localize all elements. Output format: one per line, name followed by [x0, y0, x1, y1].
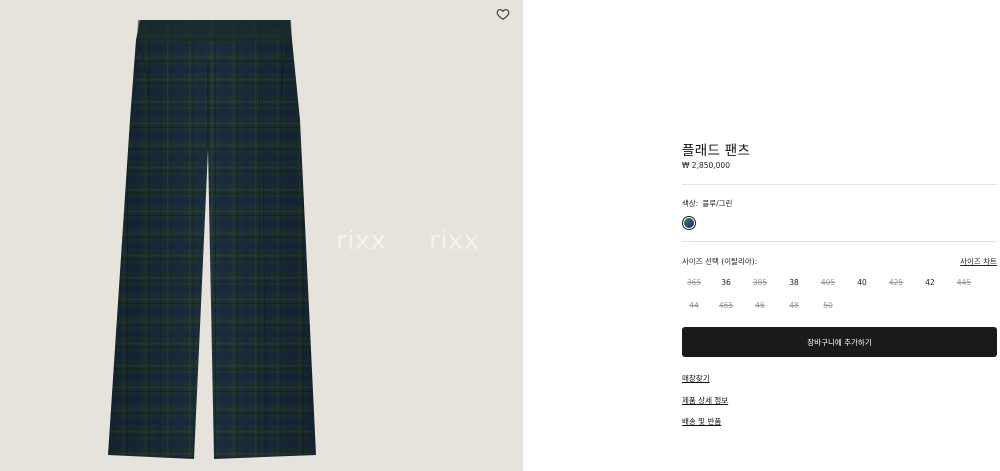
- product-price: ₩ 2,850,000: [682, 161, 730, 170]
- size-option[interactable]: 465: [714, 301, 738, 310]
- store-finder-link[interactable]: 매장찾기: [682, 373, 710, 384]
- divider: [682, 241, 997, 242]
- swatch-fill: [684, 218, 694, 228]
- add-to-cart-button[interactable]: 장바구니에 추가하기: [682, 327, 997, 357]
- color-swatch-blue-green[interactable]: [682, 216, 696, 230]
- color-label: 색상:: [682, 199, 699, 208]
- size-option[interactable]: 42: [918, 278, 942, 287]
- product-details-panel: 플래드 팬츠 ₩ 2,850,000 색상: 블루/그린 사이즈 선택 (이탈리아…: [682, 0, 997, 471]
- product-title: 플래드 팬츠: [682, 143, 751, 159]
- size-option[interactable]: 40: [850, 278, 874, 287]
- size-option[interactable]: 48: [782, 301, 806, 310]
- size-option[interactable]: 44: [682, 301, 706, 310]
- size-option[interactable]: 36: [714, 278, 738, 287]
- watermark-text: rixx: [336, 226, 387, 256]
- watermark-text: rixx: [429, 226, 480, 256]
- size-option[interactable]: 365: [682, 278, 706, 287]
- size-option[interactable]: 445: [952, 278, 976, 287]
- size-chart-link[interactable]: 사이즈 차트: [960, 256, 997, 267]
- size-option[interactable]: 46: [748, 301, 772, 310]
- size-option[interactable]: 385: [748, 278, 772, 287]
- size-option[interactable]: 50: [816, 301, 840, 310]
- shipping-returns-link[interactable]: 배송 및 반품: [682, 416, 721, 427]
- color-value: 블루/그린: [702, 199, 733, 208]
- size-option[interactable]: 425: [884, 278, 908, 287]
- size-option[interactable]: 38: [782, 278, 806, 287]
- color-selection: 색상: 블루/그린: [682, 198, 732, 209]
- heart-icon[interactable]: [496, 6, 512, 22]
- size-select-label: 사이즈 선택 (이탈리아):: [682, 257, 758, 266]
- product-image-gallery[interactable]: rixx rixx: [0, 0, 523, 471]
- divider: [682, 184, 997, 185]
- product-details-link[interactable]: 제품 상세 정보: [682, 395, 728, 406]
- size-option[interactable]: 405: [816, 278, 840, 287]
